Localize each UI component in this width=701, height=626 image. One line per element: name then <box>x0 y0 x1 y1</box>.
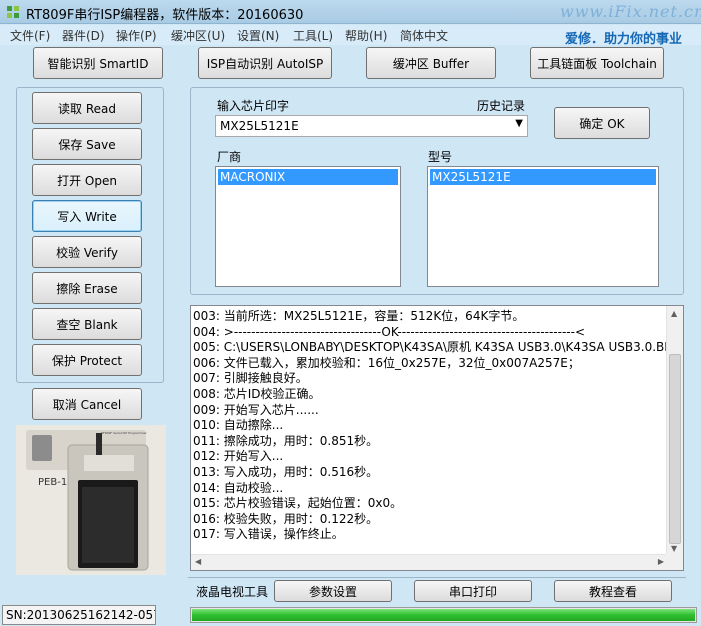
board-text: RT809F Serial ISP Programmer <box>101 431 147 435</box>
vendor-label: 厂商 <box>217 150 242 164</box>
buffer-button[interactable]: 缓冲区 Buffer <box>366 47 496 79</box>
window-title: RT809F串行ISP编程器，软件版本：20160630 <box>26 8 304 23</box>
write-button[interactable]: 写入 Write <box>32 200 142 232</box>
confirm-ok-button[interactable]: 确定 OK <box>554 107 650 139</box>
app-icon <box>7 6 19 18</box>
log-horizontal-scrollbar[interactable]: ◀ ▶ <box>191 554 668 570</box>
progress-fill <box>192 609 695 621</box>
scroll-down-icon[interactable]: ▼ <box>671 544 677 553</box>
history-label: 历史记录 <box>477 99 526 113</box>
log-line: 015: 芯片校验错误，起始位置：0x0。 <box>193 496 403 511</box>
chip-input-value: MX25L5121E <box>220 119 299 133</box>
lcd-tool-label: 液晶电视工具 <box>196 585 269 599</box>
programmer-image <box>16 425 166 575</box>
model-label: 型号 <box>428 150 453 164</box>
title-bar: RT809F串行ISP编程器，软件版本：20160630 www.iFix.ne… <box>0 0 701 24</box>
log-line: 005: C:\USERS\LONBABY\DESKTOP\K43SA\原机 K… <box>193 340 677 355</box>
scroll-up-icon[interactable]: ▲ <box>671 309 677 318</box>
log-line: 013: 写入成功，用时：0.516秒。 <box>193 464 379 479</box>
scroll-left-icon[interactable]: ◀ <box>195 557 201 566</box>
programmer-photo: RT809F Serial ISP Programmer PEB-1 <box>16 425 166 575</box>
log-line: 012: 开始写入... <box>193 449 284 464</box>
log-line: 008: 芯片ID校验正确。 <box>193 386 321 401</box>
slogan: 爱修．助力你的事业 <box>565 32 683 47</box>
vendor-list[interactable]: MACRONIX <box>215 166 401 287</box>
menu-settings[interactable]: 设置(N) <box>237 27 279 44</box>
log-line: 009: 开始写入芯片...... <box>193 402 319 417</box>
log-line: 014: 自动校验... <box>193 480 284 495</box>
log-line: 007: 引脚接触良好。 <box>193 371 308 386</box>
menu-language[interactable]: 简体中文 <box>400 27 448 44</box>
chip-input-label: 输入芯片印字 <box>217 99 290 113</box>
toolchain-button[interactable]: 工具链面板 Toolchain <box>530 47 664 79</box>
cancel-button[interactable]: 取消 Cancel <box>32 388 142 420</box>
autoisp-button[interactable]: ISP自动识别 AutoISP <box>198 47 332 79</box>
menu-file[interactable]: 文件(F) <box>10 27 50 44</box>
verify-button[interactable]: 校验 Verify <box>32 236 142 268</box>
log-line: 016: 校验失败，用时：0.122秒。 <box>193 511 379 526</box>
params-button[interactable]: 参数设置 <box>274 580 392 602</box>
log-line: 017: 写入错误，操作终止。 <box>193 527 344 542</box>
log-vertical-scrollbar[interactable]: ▲ ▼ <box>666 306 683 556</box>
status-bar: SN:20130625162142-0577 <box>0 603 701 626</box>
watermark-logo: www.iFix.net.cn <box>560 2 701 21</box>
protect-button[interactable]: 保护 Protect <box>32 344 142 376</box>
log-output[interactable]: 003: 当前所选：MX25L5121E，容量：512K位，64K字节。 004… <box>190 305 684 571</box>
scrollbar-corner <box>666 554 683 570</box>
menu-operation[interactable]: 操作(P) <box>116 27 157 44</box>
log-line: 003: 当前所选：MX25L5121E，容量：512K位，64K字节。 <box>193 309 525 323</box>
log-lines: 003: 当前所选：MX25L5121E，容量：512K位，64K字节。 004… <box>193 309 677 543</box>
menu-tools[interactable]: 工具(L) <box>293 27 333 44</box>
erase-button[interactable]: 擦除 Erase <box>32 272 142 304</box>
menu-help[interactable]: 帮助(H) <box>345 27 387 44</box>
vendor-list-item[interactable]: MACRONIX <box>218 169 398 185</box>
blank-button[interactable]: 查空 Blank <box>32 308 142 340</box>
module-label: PEB-1 <box>38 477 68 488</box>
scroll-right-icon[interactable]: ▶ <box>658 557 664 566</box>
log-line: 010: 自动擦除... <box>193 418 284 433</box>
open-button[interactable]: 打开 Open <box>32 164 142 196</box>
chip-input-combo[interactable]: MX25L5121E ▼ <box>215 115 528 137</box>
scroll-thumb[interactable] <box>669 354 681 544</box>
log-line: 011: 擦除成功，用时：0.851秒。 <box>193 433 379 448</box>
log-line: 004: >----------------------------------… <box>193 324 586 339</box>
serial-print-button[interactable]: 串口打印 <box>414 580 532 602</box>
model-list-item[interactable]: MX25L5121E <box>430 169 656 185</box>
serial-number: SN:20130625162142-0577 <box>2 605 156 625</box>
chevron-down-icon[interactable]: ▼ <box>515 118 523 129</box>
log-line: 006: 文件已载入，累加校验和：16位_0x257E，32位_0x007A25… <box>193 355 580 370</box>
menu-device[interactable]: 器件(D) <box>62 27 105 44</box>
smartid-button[interactable]: 智能识别 SmartID <box>33 47 163 79</box>
model-list[interactable]: MX25L5121E <box>427 166 659 287</box>
read-button[interactable]: 读取 Read <box>32 92 142 124</box>
progress-bar <box>190 607 697 623</box>
menu-buffer[interactable]: 缓冲区(U) <box>171 27 225 44</box>
save-button[interactable]: 保存 Save <box>32 128 142 160</box>
tutorial-button[interactable]: 教程查看 <box>554 580 672 602</box>
